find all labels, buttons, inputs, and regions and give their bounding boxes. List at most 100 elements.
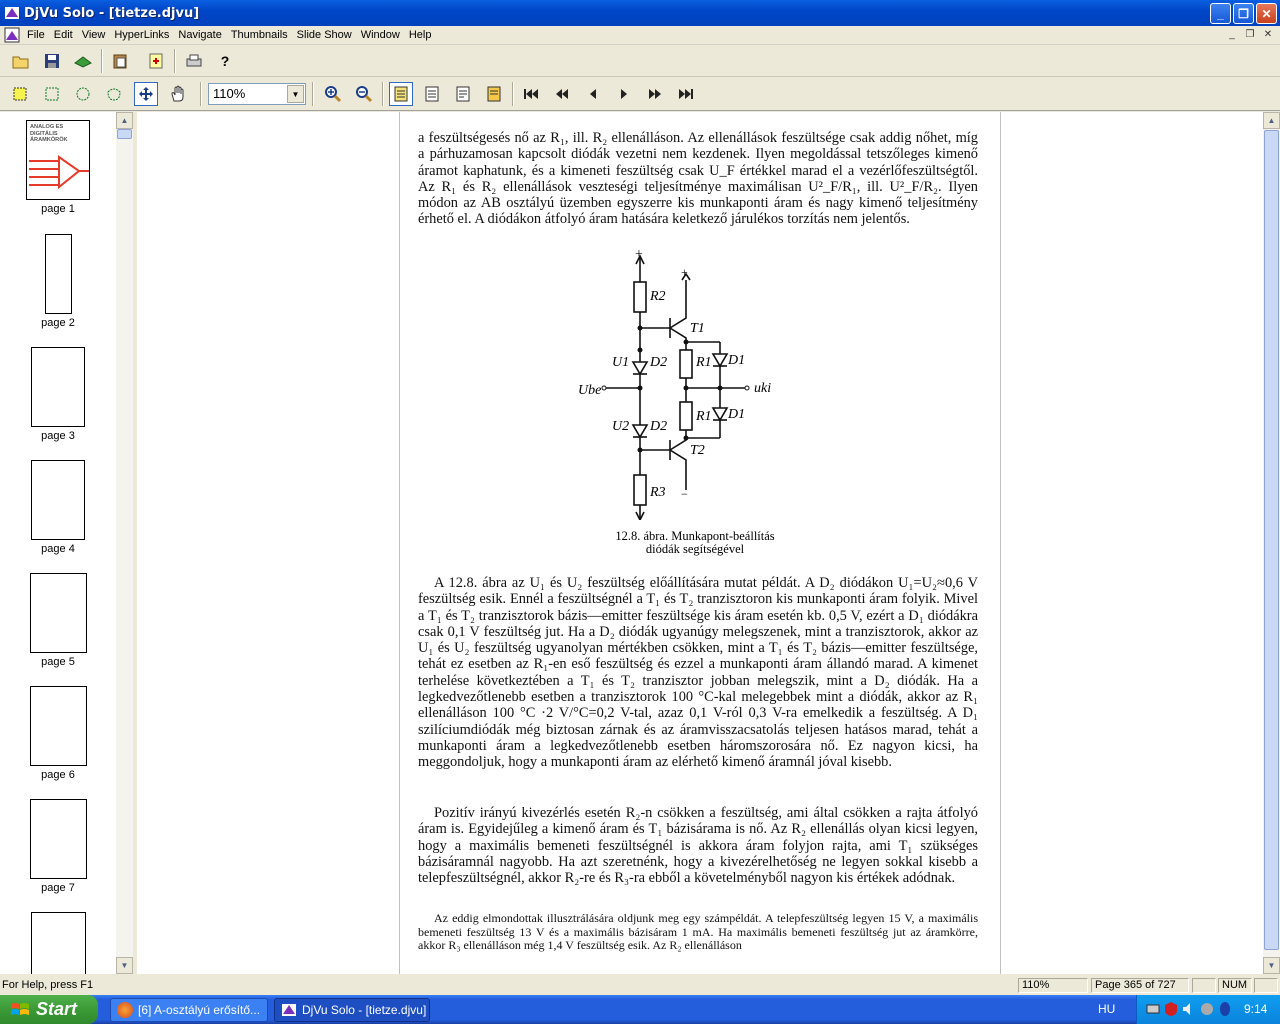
windows-logo-icon: [11, 1002, 29, 1015]
pan-tool-icon[interactable]: [134, 82, 158, 106]
thumbnail-label: page 7: [41, 882, 75, 894]
supply-plus-label: +: [635, 250, 643, 262]
menu-view[interactable]: View: [79, 29, 112, 41]
scroll-down-icon[interactable]: ▼: [116, 957, 133, 974]
taskbar-item-firefox[interactable]: [6] A-osztályú erősítő...: [110, 998, 268, 1022]
start-button[interactable]: Start: [0, 995, 98, 1024]
status-zoom: 110%: [1018, 978, 1088, 993]
system-tray: 9:14: [1136, 995, 1280, 1024]
open-icon[interactable]: [9, 49, 33, 73]
thumbnail-image: ANALÓG ÉS DIGITÁLIS ÁRAMKÖRÖK: [26, 120, 90, 200]
first-page-icon[interactable]: [519, 82, 543, 106]
zoom-out-icon[interactable]: [352, 82, 376, 106]
help-icon[interactable]: ?: [213, 49, 237, 73]
last-page-icon[interactable]: [674, 82, 698, 106]
supply-plus2-label: +: [681, 265, 688, 279]
mdi-minimize-button[interactable]: _: [1224, 28, 1240, 42]
previous-page-icon[interactable]: [581, 82, 605, 106]
menu-hyperlinks[interactable]: HyperLinks: [111, 29, 175, 41]
menu-window[interactable]: Window: [358, 29, 406, 41]
document-page: a feszültségesés nő az R₁, ill. R₂ ellen…: [399, 112, 1001, 974]
menu-edit[interactable]: Edit: [51, 29, 79, 41]
thumbnail-page-7[interactable]: page 7: [26, 799, 90, 894]
thumbnail-label: page 5: [41, 656, 75, 668]
minimize-button[interactable]: _: [1210, 3, 1231, 24]
zoom-select[interactable]: 110% ▼: [208, 83, 306, 105]
thumbnail-page-3[interactable]: page 3: [26, 347, 90, 442]
r2-label: R2: [649, 289, 666, 304]
start-label: Start: [36, 999, 78, 1019]
menu-bar: File Edit View HyperLinks Navigate Thumb…: [0, 26, 1280, 45]
document-icon[interactable]: [4, 27, 20, 43]
language-indicator[interactable]: HU: [1098, 1002, 1115, 1016]
network-icon[interactable]: [1145, 1001, 1161, 1017]
previous-screen-icon[interactable]: [550, 82, 574, 106]
thumbnail-page-4[interactable]: page 4: [26, 460, 90, 555]
hand-tool-icon[interactable]: [166, 82, 190, 106]
taskbar-item-djvu[interactable]: DjVu Solo - [tietze.djvu]: [274, 998, 430, 1022]
continuous-page-icon[interactable]: [420, 82, 444, 106]
thumbnail-image: [31, 460, 85, 540]
security-shield-icon[interactable]: [1163, 1001, 1179, 1017]
title-bar: DjVu Solo - [tietze.djvu] _ ❐ ✕: [0, 0, 1280, 26]
view-toolbar: [0, 77, 1280, 111]
facing-pages-icon[interactable]: [451, 82, 475, 106]
select-ellipse-icon[interactable]: [71, 82, 95, 106]
scroll-up-icon[interactable]: ▲: [116, 112, 133, 129]
thumbnail-image: [31, 347, 85, 427]
antivirus-icon[interactable]: [1199, 1001, 1215, 1017]
close-button[interactable]: ✕: [1256, 3, 1277, 24]
scroll-up-icon[interactable]: ▲: [1263, 112, 1280, 129]
menu-file[interactable]: File: [24, 29, 51, 41]
d2b-label: D2: [649, 419, 667, 434]
document-scrollbar[interactable]: ▲ ▼: [1263, 112, 1280, 974]
save-icon[interactable]: [40, 49, 64, 73]
scroll-down-icon[interactable]: ▼: [1263, 957, 1280, 974]
thumbnail-page-5[interactable]: page 5: [26, 573, 90, 668]
paste-icon[interactable]: [108, 49, 132, 73]
menu-help[interactable]: Help: [406, 29, 438, 41]
thumbnail-page-8[interactable]: [26, 912, 90, 974]
thumbnail-label: page 2: [41, 317, 75, 329]
print-icon[interactable]: [182, 49, 206, 73]
mdi-close-button[interactable]: ✕: [1260, 28, 1276, 42]
scroll-thumb[interactable]: [1264, 130, 1279, 950]
ube-label: Ube: [578, 383, 601, 398]
page-layout-icon[interactable]: [482, 82, 506, 106]
r1a-label: R1: [695, 355, 712, 370]
status-empty-panel: [1192, 978, 1216, 993]
menu-thumbnails[interactable]: Thumbnails: [228, 29, 294, 41]
scroll-thumb[interactable]: [117, 129, 132, 139]
bluetooth-icon[interactable]: [1217, 1001, 1233, 1017]
select-rect-icon[interactable]: [8, 82, 32, 106]
thumbnail-image: [30, 912, 86, 974]
send-icon[interactable]: [71, 49, 95, 73]
chevron-down-icon[interactable]: ▼: [287, 85, 304, 103]
single-page-icon[interactable]: [389, 82, 413, 106]
export-icon[interactable]: [144, 49, 168, 73]
uki-label: uki: [754, 381, 771, 396]
volume-icon[interactable]: [1181, 1001, 1197, 1017]
circuit-diagram: + + R2 T1 U1 D2 R1 D1 Ube uki U2 D2 R1 D…: [578, 250, 771, 520]
status-help-text: For Help, press F1: [2, 979, 94, 991]
thumbnail-page-1[interactable]: ANALÓG ÉS DIGITÁLIS ÁRAMKÖRÖK page 1: [26, 120, 90, 215]
thumbnail-page-2[interactable]: page 2: [26, 234, 90, 329]
document-view[interactable]: a feszültségesés nő az R₁, ill. R₂ ellen…: [137, 112, 1263, 974]
menu-slide-show[interactable]: Slide Show: [294, 29, 358, 41]
thumbnail-label: page 3: [41, 430, 75, 442]
restore-button[interactable]: ❐: [1233, 3, 1254, 24]
next-page-icon[interactable]: [612, 82, 636, 106]
next-screen-icon[interactable]: [643, 82, 667, 106]
paragraph-1: a feszültségesés nő az R₁, ill. R₂ ellen…: [418, 130, 978, 228]
status-bar: For Help, press F1 110% Page 365 of 727 …: [0, 977, 1280, 995]
select-lasso-icon[interactable]: [102, 82, 126, 106]
thumbnail-scrollbar[interactable]: ▲ ▼: [116, 112, 133, 974]
figure-caption: 12.8. ábra. Munkapont-beállítás diódák s…: [570, 530, 820, 556]
menu-navigate[interactable]: Navigate: [175, 29, 227, 41]
taskbar-item-label: [6] A-osztályú erősítő...: [138, 1003, 261, 1017]
select-text-icon[interactable]: [40, 82, 64, 106]
zoom-in-icon[interactable]: [321, 82, 345, 106]
thumbnail-page-6[interactable]: page 6: [26, 686, 90, 781]
mdi-restore-button[interactable]: ❐: [1242, 28, 1258, 42]
d2a-label: D2: [649, 355, 667, 370]
